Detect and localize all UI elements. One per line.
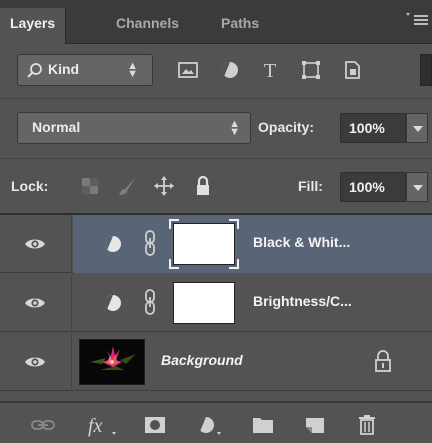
layer-mask-thumbnail[interactable] xyxy=(173,282,235,324)
layer-style-fx-icon[interactable]: fx xyxy=(86,412,120,438)
layer-content[interactable]: Brightness/C... xyxy=(73,274,432,332)
filter-kind-select[interactable]: Kind ▲ ▼ xyxy=(17,54,153,86)
lock-position-icon[interactable] xyxy=(152,174,176,198)
layer-image-thumbnail xyxy=(79,339,145,385)
new-group-folder-icon[interactable] xyxy=(250,412,276,438)
tab-paths[interactable]: Paths xyxy=(221,8,259,44)
add-layer-mask-icon[interactable] xyxy=(142,412,168,438)
layer-visibility-toggle[interactable] xyxy=(0,333,72,391)
lock-image-pixels-icon[interactable] xyxy=(116,174,140,198)
layer-content[interactable]: Black & Whit... xyxy=(73,215,432,273)
layer-visibility-toggle[interactable] xyxy=(0,215,72,273)
select-arrows-icon: ▲ ▼ xyxy=(229,118,240,138)
new-layer-icon[interactable] xyxy=(302,412,328,438)
eye-icon xyxy=(25,357,45,367)
panel-menu-icon[interactable] xyxy=(406,12,428,26)
blend-mode-select[interactable]: Normal ▲ ▼ xyxy=(17,112,251,144)
link-chain-icon[interactable] xyxy=(143,288,157,316)
layer-mask-thumbnail[interactable] xyxy=(173,223,235,265)
layer-locked-icon xyxy=(375,350,391,372)
fill-label: Fill: xyxy=(298,178,323,194)
layer-name: Black & Whit... xyxy=(253,234,351,250)
opacity-dropdown-button[interactable] xyxy=(406,113,428,143)
layer-content[interactable]: Background xyxy=(73,333,432,391)
layer-visibility-toggle[interactable] xyxy=(0,274,72,332)
link-chain-icon[interactable] xyxy=(143,229,157,257)
eye-icon xyxy=(25,239,45,249)
filter-shape-layers-icon[interactable] xyxy=(299,58,323,82)
lock-row: Lock: Fill: 100% xyxy=(0,158,432,213)
select-arrows-icon: ▲ ▼ xyxy=(127,60,138,80)
search-icon xyxy=(27,63,42,78)
layer-name: Brightness/C... xyxy=(253,293,352,309)
eye-icon xyxy=(25,298,45,308)
layer-row-black-white[interactable]: Black & Whit... xyxy=(0,215,432,273)
adjustment-layer-icon xyxy=(104,294,121,311)
layer-name: Background xyxy=(161,352,243,368)
filter-type-layers-icon[interactable]: T xyxy=(258,58,282,82)
blend-mode-value: Normal xyxy=(32,119,81,135)
new-adjustment-layer-icon[interactable] xyxy=(194,412,226,438)
filter-pixel-layers-icon[interactable] xyxy=(176,58,200,82)
filter-kind-label: Kind xyxy=(48,61,80,77)
delete-layer-trash-icon[interactable] xyxy=(354,412,380,438)
link-layers-icon[interactable] xyxy=(30,412,56,438)
lock-all-icon[interactable] xyxy=(191,174,215,198)
panel-tab-bar: Layers Channels Paths xyxy=(0,0,432,44)
layers-empty-area xyxy=(0,391,432,401)
adjustment-layer-icon xyxy=(104,235,121,252)
flower-icon xyxy=(90,346,136,370)
layer-filter-row: Kind ▲ ▼ T xyxy=(0,44,432,98)
opacity-label: Opacity: xyxy=(258,119,315,135)
layer-row-background[interactable]: Background xyxy=(0,333,432,391)
layers-list: Black & Whit... Brightness/C... Backgrou… xyxy=(0,213,432,391)
filter-adjustment-layers-icon[interactable] xyxy=(218,58,242,82)
svg-text:T: T xyxy=(264,60,276,82)
lock-label: Lock: xyxy=(11,178,49,194)
fill-input[interactable]: 100% xyxy=(340,172,406,202)
filter-smart-objects-icon[interactable] xyxy=(340,58,364,82)
blend-mode-row: Normal ▲ ▼ Opacity: 100% xyxy=(0,98,432,158)
filter-toggle-switch[interactable] xyxy=(420,54,432,86)
layer-row-brightness-contrast[interactable]: Brightness/C... xyxy=(0,274,432,332)
svg-text:fx: fx xyxy=(88,415,103,437)
layers-bottom-toolbar: fx xyxy=(0,401,432,443)
fill-dropdown-button[interactable] xyxy=(406,172,428,202)
tab-layers[interactable]: Layers xyxy=(0,8,67,44)
opacity-input[interactable]: 100% xyxy=(340,113,406,143)
lock-transparent-pixels-icon[interactable] xyxy=(78,174,102,198)
tab-channels[interactable]: Channels xyxy=(116,8,179,44)
